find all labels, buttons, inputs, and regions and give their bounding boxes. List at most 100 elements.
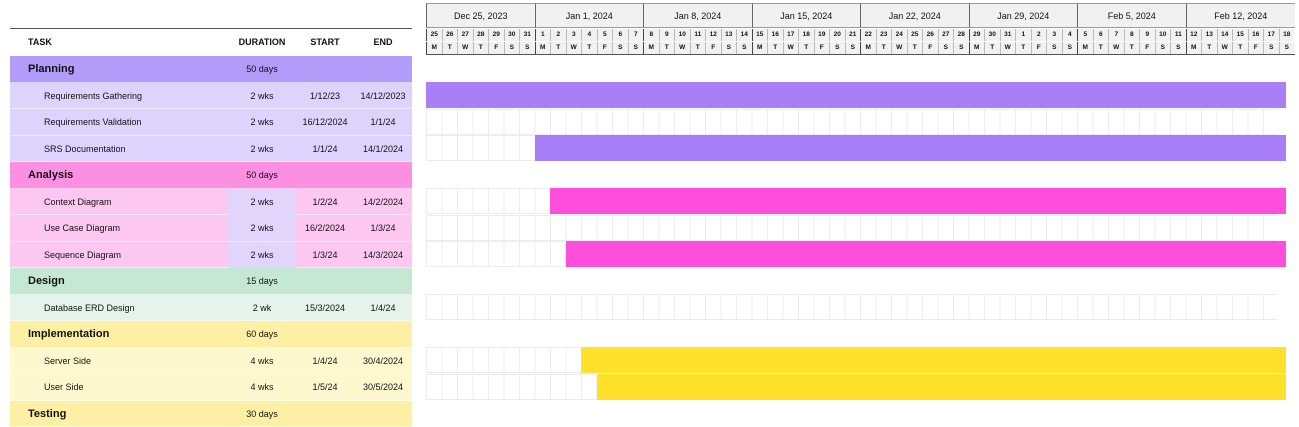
task-table-header: TASK DURATION START END <box>10 28 412 57</box>
day-number: 1 <box>1015 29 1031 41</box>
day-number: 16 <box>1248 29 1264 41</box>
day-number: 31 <box>1000 29 1016 41</box>
task-start: 1/4/24 <box>296 348 354 374</box>
weekday-letter: T <box>1201 42 1217 54</box>
week-label: Jan 15, 2024 <box>752 3 861 28</box>
day-number: 8 <box>643 29 659 41</box>
task-end <box>354 162 412 188</box>
weekday-letter: T <box>659 42 675 54</box>
weekday-letter: W <box>783 42 799 54</box>
task-duration: 2 wks <box>228 215 296 241</box>
weekday-letter: W <box>1000 42 1016 54</box>
day-number: 10 <box>674 29 690 41</box>
day-number: 18 <box>798 29 814 41</box>
weekday-letter: S <box>938 42 954 54</box>
task-start: 1/5/24 <box>296 374 354 400</box>
task-name: Server Side <box>44 348 91 374</box>
weekday-letter: T <box>798 42 814 54</box>
task-end: 1/1/24 <box>354 109 412 135</box>
gantt-bar[interactable] <box>597 374 1287 400</box>
day-number: 15 <box>752 29 768 41</box>
week-label: Feb 5, 2024 <box>1077 3 1186 28</box>
weekday-letter: S <box>1170 42 1186 54</box>
day-number: 7 <box>1108 29 1124 41</box>
task-group-row[interactable]: Design15 days <box>10 268 412 295</box>
weekday-letter: W <box>674 42 690 54</box>
task-rows: Planning 50 daysRequirements Gathering2 w… <box>10 56 412 427</box>
task-row[interactable]: Use Case Diagram2 wks16/2/20241/3/24 <box>10 215 412 242</box>
task-row[interactable]: Sequence Diagram2 wks1/3/2414/3/2024 <box>10 242 412 269</box>
task-end <box>354 56 412 82</box>
task-row[interactable]: SRS Documentation2 wks1/1/2414/1/2024 <box>10 136 412 163</box>
task-row[interactable]: Requirements Gathering2 wks1/12/2314/12/… <box>10 83 412 110</box>
week-header-row: Dec 25, 2023Jan 1, 2024Jan 8, 2024Jan 15… <box>426 3 1295 28</box>
task-row[interactable]: Context Diagram2 wks1/2/2414/2/2024 <box>10 189 412 216</box>
task-name: Requirements Validation <box>44 109 141 135</box>
day-number: 22 <box>860 29 876 41</box>
weekday-letter: S <box>845 42 861 54</box>
week-label: Dec 25, 2023 <box>426 3 535 28</box>
day-number: 13 <box>1201 29 1217 41</box>
task-duration: 2 wk <box>228 295 296 321</box>
task-name: Planning <box>28 56 74 82</box>
weekday-letter: T <box>1015 42 1031 54</box>
gantt-bar[interactable] <box>550 188 1286 214</box>
grid-row <box>426 109 1278 135</box>
task-start: 1/1/24 <box>296 136 354 162</box>
task-row[interactable]: User Side4 wks1/5/2430/5/2024 <box>10 374 412 401</box>
day-number: 17 <box>1263 29 1279 41</box>
day-number: 18 <box>1279 29 1295 41</box>
day-number: 5 <box>597 29 613 41</box>
day-number: 10 <box>1155 29 1171 41</box>
gantt-bar[interactable] <box>535 135 1287 161</box>
task-name: Sequence Diagram <box>44 242 121 268</box>
weekday-letter: S <box>628 42 644 54</box>
day-number: 3 <box>566 29 582 41</box>
day-number: 27 <box>457 29 473 41</box>
task-row[interactable]: Requirements Validation2 wks16/12/20241/… <box>10 109 412 136</box>
task-end: 30/4/2024 <box>354 348 412 374</box>
task-start <box>296 162 354 188</box>
day-number: 13 <box>721 29 737 41</box>
weekday-letter: W <box>566 42 582 54</box>
task-group-row[interactable]: Planning 50 days <box>10 56 412 83</box>
task-end: 30/5/2024 <box>354 374 412 400</box>
weekday-letter: M <box>426 42 442 54</box>
gantt-bar[interactable] <box>566 241 1287 267</box>
weekday-letter: W <box>891 42 907 54</box>
day-number: 7 <box>628 29 644 41</box>
task-group-row[interactable]: Analysis50 days <box>10 162 412 189</box>
task-name: SRS Documentation <box>44 136 126 162</box>
task-group-row[interactable]: Testing30 days <box>10 401 412 427</box>
task-duration: 50 days <box>228 56 296 82</box>
weekday-letter: M <box>643 42 659 54</box>
task-duration: 2 wks <box>228 242 296 268</box>
task-group-row[interactable]: Implementation60 days <box>10 321 412 348</box>
day-number: 9 <box>1139 29 1155 41</box>
grid-row <box>426 294 1278 320</box>
header-task: TASK <box>28 29 52 56</box>
day-number: 21 <box>845 29 861 41</box>
gantt-bar[interactable] <box>581 347 1286 373</box>
weekday-letter: T <box>1093 42 1109 54</box>
header-divider <box>426 54 1295 55</box>
day-number: 3 <box>1046 29 1062 41</box>
weekday-letter: W <box>1108 42 1124 54</box>
day-number: 14 <box>736 29 752 41</box>
weekday-letter: M <box>535 42 551 54</box>
task-end: 14/3/2024 <box>354 242 412 268</box>
day-number: 23 <box>876 29 892 41</box>
gantt-bar[interactable] <box>426 82 1286 108</box>
task-end: 14/1/2024 <box>354 136 412 162</box>
day-number: 9 <box>659 29 675 41</box>
task-row[interactable]: Server Side4 wks1/4/2430/4/2024 <box>10 348 412 375</box>
weekday-letter: M <box>969 42 985 54</box>
header-duration: DURATION <box>228 29 296 56</box>
task-start: 1/12/23 <box>296 83 354 109</box>
task-row[interactable]: Database ERD Design2 wk15/3/20241/4/24 <box>10 295 412 322</box>
day-number: 12 <box>1186 29 1202 41</box>
weekday-letter: M <box>752 42 768 54</box>
day-number: 17 <box>783 29 799 41</box>
weekday-letter: M <box>860 42 876 54</box>
weekday-letter: T <box>690 42 706 54</box>
